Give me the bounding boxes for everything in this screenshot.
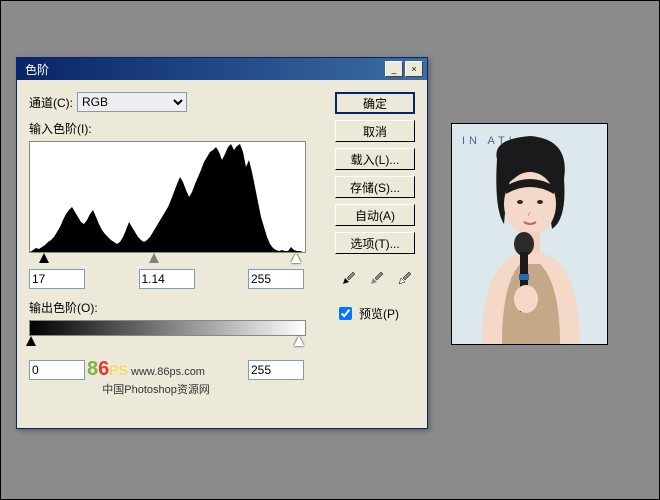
histogram-svg [30, 142, 305, 252]
eyedropper-row [335, 268, 415, 288]
input-levels-label: 输入色阶(I): [29, 120, 325, 137]
dialog-body: 通道(C): RGB 输入色阶(I): [17, 80, 427, 392]
levels-dialog: 色阶 _ × 通道(C): RGB 输入色阶(I): [16, 57, 428, 429]
preview-checkbox[interactable] [339, 307, 352, 320]
ok-button[interactable]: 确定 [335, 92, 415, 114]
left-column: 通道(C): RGB 输入色阶(I): [29, 92, 325, 380]
minimize-button[interactable]: _ [385, 61, 403, 77]
output-black-slider[interactable] [26, 336, 36, 346]
black-point-slider[interactable] [39, 253, 49, 263]
person-illustration: IN ATI N [452, 124, 607, 344]
input-black-field[interactable] [29, 269, 85, 289]
input-slider-track[interactable] [29, 253, 304, 265]
output-slider-track[interactable] [29, 336, 304, 348]
input-white-field[interactable] [248, 269, 304, 289]
photo-preview: IN ATI N [451, 123, 608, 345]
white-point-slider[interactable] [291, 253, 301, 263]
output-white-slider[interactable] [294, 336, 304, 346]
channel-row: 通道(C): RGB [29, 92, 325, 112]
output-white-field[interactable] [248, 360, 304, 380]
save-button[interactable]: 存储(S)... [335, 176, 415, 198]
gray-eyedropper-icon[interactable] [367, 268, 387, 288]
channel-label: 通道(C): [29, 94, 73, 111]
dialog-title: 色阶 [21, 61, 49, 78]
output-levels-label: 输出色阶(O): [29, 299, 325, 316]
white-eyedropper-icon[interactable] [395, 268, 415, 288]
canvas-background: IN ATI N [0, 0, 660, 500]
preview-label: 预览(P) [359, 305, 399, 322]
channel-select[interactable]: RGB [77, 92, 187, 112]
options-button[interactable]: 选项(T)... [335, 232, 415, 254]
dialog-titlebar[interactable]: 色阶 _ × [17, 58, 427, 80]
output-level-fields [29, 360, 304, 380]
gamma-slider[interactable] [149, 253, 159, 263]
titlebar-buttons: _ × [385, 61, 423, 77]
input-level-fields [29, 269, 304, 289]
close-button[interactable]: × [405, 61, 423, 77]
black-eyedropper-icon[interactable] [339, 268, 359, 288]
input-gamma-field[interactable] [139, 269, 195, 289]
cancel-button[interactable]: 取消 [335, 120, 415, 142]
preview-row: 预览(P) [335, 304, 415, 323]
auto-button[interactable]: 自动(A) [335, 204, 415, 226]
load-button[interactable]: 载入(L)... [335, 148, 415, 170]
histogram [29, 141, 306, 253]
output-black-field[interactable] [29, 360, 85, 380]
output-gradient [29, 320, 306, 336]
right-column: 确定 取消 载入(L)... 存储(S)... 自动(A) 选项(T)... 预… [335, 92, 415, 380]
